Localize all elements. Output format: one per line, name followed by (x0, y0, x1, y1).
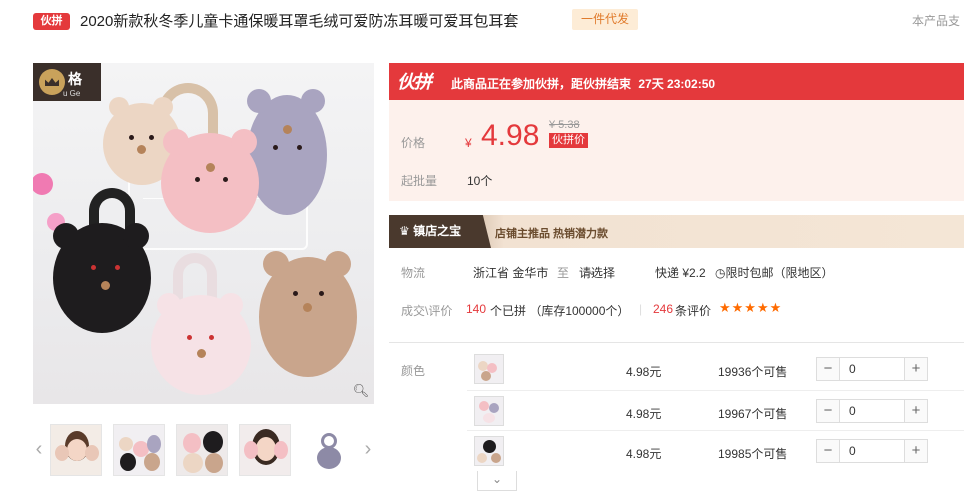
sku-stock: 19985个可售 (718, 447, 788, 461)
logistics-label: 物流 (401, 266, 426, 280)
thumbnail-3[interactable] (176, 424, 228, 476)
stats-label: 成交\评价 (401, 304, 453, 318)
show-more-button[interactable]: ⌄ (477, 471, 517, 491)
thumbnail-2[interactable] (113, 424, 165, 476)
shop-treasure-text: 店铺主推品 热销潜力款 (495, 228, 609, 240)
sku-stock: 19936个可售 (718, 365, 788, 379)
price-label: 价格 (401, 136, 426, 150)
sku-thumbnail[interactable] (474, 436, 504, 466)
earmuff-pink (161, 129, 259, 233)
rating-stars: ★★★★★ (719, 300, 783, 315)
magnifier-icon[interactable]: 🔍︎ (352, 382, 370, 400)
countdown-timer: 27天 23:02:50 (638, 77, 716, 91)
thumbnail-5[interactable] (302, 424, 354, 476)
quantity-input[interactable]: 0 (849, 404, 856, 418)
minus-button[interactable]: − (817, 400, 840, 422)
moq-label: 起批量 (401, 174, 438, 188)
plus-button[interactable]: + (904, 358, 927, 380)
plus-button[interactable]: + (904, 400, 927, 422)
thumbnail-4[interactable] (239, 424, 291, 476)
quantity-input[interactable]: 0 (849, 444, 856, 458)
earmuff-black (53, 223, 151, 333)
quantity-stepper: − 0 + (816, 357, 928, 381)
quantity-stepper: − 0 + (816, 399, 928, 423)
quantity-input[interactable]: 0 (849, 362, 856, 376)
plus-button[interactable]: + (904, 440, 927, 462)
destination-select[interactable]: 请选择 ⌄ (579, 264, 615, 280)
express-fee: 快递 ¥2.2 (655, 266, 706, 280)
huopin-badge: 伙拼 (33, 13, 70, 30)
earmuff-light-pink (151, 293, 251, 395)
sku-thumbnail[interactable] (474, 354, 504, 384)
crown-icon (39, 69, 65, 95)
price-box: 价格 ¥ 4.98 ¥ 5.38 伙拼价 起批量 10个 (389, 100, 964, 201)
original-price: ¥ 5.38 (549, 119, 580, 131)
dropship-tag[interactable]: 一件代发 (572, 9, 638, 30)
group-buy-banner: 伙拼 此商品正在参加伙拼，距伙拼结束 27天 23:02:50 (389, 63, 964, 100)
sku-stock: 19967个可售 (718, 407, 788, 421)
flower-decoration (33, 173, 53, 195)
shop-treasure-bar: ♛ 镇店之宝 店铺主推品 热销潜力款 (389, 215, 964, 248)
earmuff-grey (247, 89, 327, 215)
sku-row: 4.98元 19967个可售 − 0 + (389, 390, 964, 430)
product-header: 伙拼 2020新款秋冬季儿童卡通保暖耳罩毛绒可爱防冻耳暖可爱耳包耳套 一件代发 … (0, 0, 967, 44)
sku-price: 4.98元 (626, 447, 662, 461)
huopin-logo: 伙拼 (397, 72, 432, 92)
shop-treasure-badge: ♛ 镇店之宝 (389, 215, 491, 248)
minus-button[interactable]: − (817, 440, 840, 462)
review-text: 条评价 (675, 304, 712, 318)
sku-price: 4.98元 (626, 365, 662, 379)
free-shipping: ◷限时包邮（限地区） (715, 266, 834, 280)
stats-row: 成交\评价 140 个已拼 （库存100000个） | 246 条评价 ★★★★… (389, 300, 964, 324)
quantity-stepper: − 0 + (816, 439, 928, 463)
logistics-row: 物流 浙江省 金华市 至 请选择 ⌄ 快递 ¥2.2 ◷限时包邮（限地区） (389, 262, 964, 286)
stats-separator: | (639, 302, 643, 316)
sku-row: 4.98元 19936个可售 − 0 + (389, 348, 964, 388)
moq-value: 10个 (467, 174, 493, 188)
review-count[interactable]: 246 (653, 302, 673, 316)
sku-row: 4.98元 19985个可售 − 0 + (389, 430, 964, 470)
sku-thumbnail[interactable] (474, 396, 504, 426)
brand-logo: 格 u Ge (33, 63, 101, 101)
origin-location: 浙江省 金华市 (473, 266, 549, 280)
sold-text: 个已拼 （库存100000个） (490, 304, 630, 318)
chevron-left-icon[interactable]: ‹ (33, 438, 45, 461)
section-divider (389, 342, 964, 343)
thumbnail-1[interactable] (50, 424, 102, 476)
current-price: 4.98 (481, 119, 540, 152)
chevron-down-icon: ⌄ (491, 472, 503, 486)
minus-button[interactable]: − (817, 358, 840, 380)
earmuff-brown (259, 251, 357, 377)
thumbnail-strip: ‹ › (33, 422, 374, 478)
header-right-text: 本产品支 (912, 14, 961, 28)
clock-icon: ◷ (715, 266, 726, 280)
sold-count[interactable]: 140 (466, 302, 486, 316)
currency-symbol: ¥ (465, 136, 472, 150)
product-title: 2020新款秋冬季儿童卡通保暖耳罩毛绒可爱防冻耳暖可爱耳包耳套 (80, 13, 519, 30)
chevron-right-icon[interactable]: › (362, 438, 374, 461)
sku-price: 4.98元 (626, 407, 662, 421)
countdown-text: 此商品正在参加伙拼，距伙拼结束 27天 23:02:50 (451, 77, 716, 91)
to-text: 至 (557, 266, 570, 280)
main-product-image[interactable]: 格 u Ge 🔍︎ (33, 63, 374, 404)
group-price-tag: 伙拼价 (549, 133, 588, 148)
